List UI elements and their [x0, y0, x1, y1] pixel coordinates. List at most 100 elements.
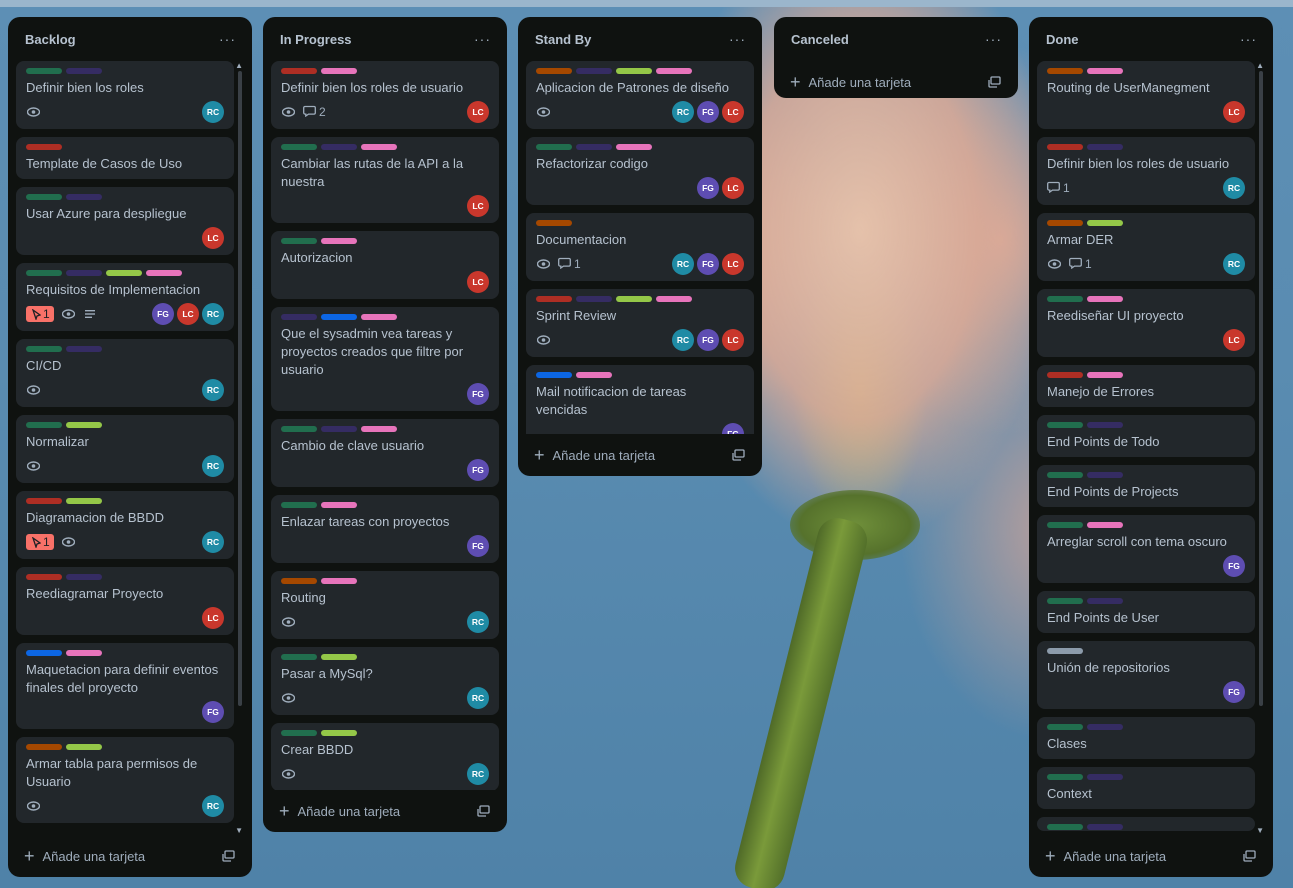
avatar[interactable]: RC — [672, 101, 694, 123]
scroll-down-icon[interactable]: ▼ — [235, 826, 243, 835]
label-chip[interactable] — [1047, 774, 1083, 780]
label-chip[interactable] — [1047, 472, 1083, 478]
label-chip[interactable] — [26, 194, 62, 200]
due-date-badge[interactable]: 1 — [26, 534, 54, 550]
avatar[interactable]: LC — [202, 607, 224, 629]
list-title[interactable]: Canceled — [791, 32, 849, 47]
list-menu-icon[interactable]: ··· — [1240, 31, 1257, 47]
label-chip[interactable] — [1087, 372, 1123, 378]
label-chip[interactable] — [656, 68, 692, 74]
avatar[interactable]: FG — [697, 101, 719, 123]
label-chip[interactable] — [536, 68, 572, 74]
card[interactable]: Armar tabla para permisos de Usuario RC — [16, 737, 234, 823]
label-chip[interactable] — [1047, 648, 1083, 654]
label-chip[interactable] — [1087, 472, 1123, 478]
card[interactable]: Sprint Review RC FG LC — [526, 289, 754, 357]
label-chip[interactable] — [321, 654, 357, 660]
label-chip[interactable] — [1087, 724, 1123, 730]
label-chip[interactable] — [281, 426, 317, 432]
card[interactable]: Diagramacion de BBDD 1 RC — [16, 491, 234, 559]
add-card-button[interactable]: + Añade una tarjeta — [279, 802, 400, 820]
label-chip[interactable] — [26, 346, 62, 352]
card[interactable]: End Points de Todo — [1037, 415, 1255, 457]
card[interactable]: Crear BBDD RC — [271, 723, 499, 790]
avatar[interactable]: RC — [672, 329, 694, 351]
label-chip[interactable] — [1047, 68, 1083, 74]
avatar[interactable]: FG — [1223, 555, 1245, 577]
label-chip[interactable] — [1047, 724, 1083, 730]
card[interactable]: Definir bien los roles de usuario 1 RC — [1037, 137, 1255, 205]
list-title[interactable]: In Progress — [280, 32, 352, 47]
card[interactable]: CI/CD RC — [16, 339, 234, 407]
label-chip[interactable] — [1087, 598, 1123, 604]
template-icon[interactable] — [477, 805, 491, 817]
avatar[interactable]: FG — [467, 459, 489, 481]
label-chip[interactable] — [281, 730, 317, 736]
label-chip[interactable] — [656, 296, 692, 302]
avatar[interactable]: FG — [697, 177, 719, 199]
avatar[interactable]: RC — [202, 795, 224, 817]
add-card-button[interactable]: + Añade una tarjeta — [534, 446, 655, 464]
label-chip[interactable] — [281, 314, 317, 320]
avatar[interactable]: LC — [177, 303, 199, 325]
card[interactable]: Pasar a MySql? RC — [271, 647, 499, 715]
avatar[interactable]: RC — [202, 379, 224, 401]
list-menu-icon[interactable]: ··· — [729, 31, 746, 47]
card[interactable]: Context — [1037, 767, 1255, 809]
avatar[interactable]: FG — [697, 329, 719, 351]
avatar[interactable]: RC — [1223, 177, 1245, 199]
avatar[interactable]: LC — [467, 195, 489, 217]
list-title[interactable]: Backlog — [25, 32, 76, 47]
label-chip[interactable] — [281, 578, 317, 584]
avatar[interactable]: LC — [722, 253, 744, 275]
label-chip[interactable] — [321, 730, 357, 736]
label-chip[interactable] — [616, 68, 652, 74]
label-chip[interactable] — [26, 498, 62, 504]
card[interactable] — [1037, 817, 1255, 831]
scroll-up-icon[interactable]: ▲ — [235, 61, 243, 70]
label-chip[interactable] — [1087, 422, 1123, 428]
card[interactable]: Unión de repositorios FG — [1037, 641, 1255, 709]
card[interactable]: Reediseñar UI proyecto LC — [1037, 289, 1255, 357]
card[interactable]: End Points de User — [1037, 591, 1255, 633]
label-chip[interactable] — [281, 68, 317, 74]
label-chip[interactable] — [361, 144, 397, 150]
avatar[interactable]: RC — [202, 101, 224, 123]
label-chip[interactable] — [1047, 824, 1083, 830]
label-chip[interactable] — [576, 144, 612, 150]
label-chip[interactable] — [1087, 824, 1123, 830]
label-chip[interactable] — [26, 270, 62, 276]
card[interactable]: Requisitos de Implementacion 1 FG LC RC — [16, 263, 234, 331]
avatar[interactable]: FG — [697, 253, 719, 275]
avatar[interactable]: LC — [467, 271, 489, 293]
label-chip[interactable] — [321, 68, 357, 74]
list-menu-icon[interactable]: ··· — [474, 31, 491, 47]
avatar[interactable]: FG — [467, 535, 489, 557]
card[interactable]: Refactorizar codigo FG LC — [526, 137, 754, 205]
avatar[interactable]: LC — [1223, 101, 1245, 123]
label-chip[interactable] — [1047, 598, 1083, 604]
card[interactable]: Definir bien los roles de usuario 2 LC — [271, 61, 499, 129]
label-chip[interactable] — [1087, 68, 1123, 74]
avatar[interactable]: RC — [467, 763, 489, 785]
add-card-button[interactable]: + Añade una tarjeta — [24, 847, 145, 865]
label-chip[interactable] — [26, 144, 62, 150]
card[interactable]: Normalizar RC — [16, 415, 234, 483]
label-chip[interactable] — [66, 194, 102, 200]
scrollbar-thumb[interactable] — [238, 71, 242, 706]
label-chip[interactable] — [576, 296, 612, 302]
label-chip[interactable] — [146, 270, 182, 276]
label-chip[interactable] — [66, 270, 102, 276]
label-chip[interactable] — [321, 426, 357, 432]
avatar[interactable]: RC — [202, 303, 224, 325]
avatar[interactable]: LC — [722, 177, 744, 199]
card[interactable]: Armar DER 1 RC — [1037, 213, 1255, 281]
scrollbar-thumb[interactable] — [1259, 71, 1263, 706]
avatar[interactable]: FG — [152, 303, 174, 325]
avatar[interactable]: RC — [202, 455, 224, 477]
avatar[interactable]: RC — [672, 253, 694, 275]
label-chip[interactable] — [321, 578, 357, 584]
avatar[interactable]: FG — [202, 701, 224, 723]
card[interactable]: Clases — [1037, 717, 1255, 759]
card[interactable]: Usar Azure para despliegue LC — [16, 187, 234, 255]
